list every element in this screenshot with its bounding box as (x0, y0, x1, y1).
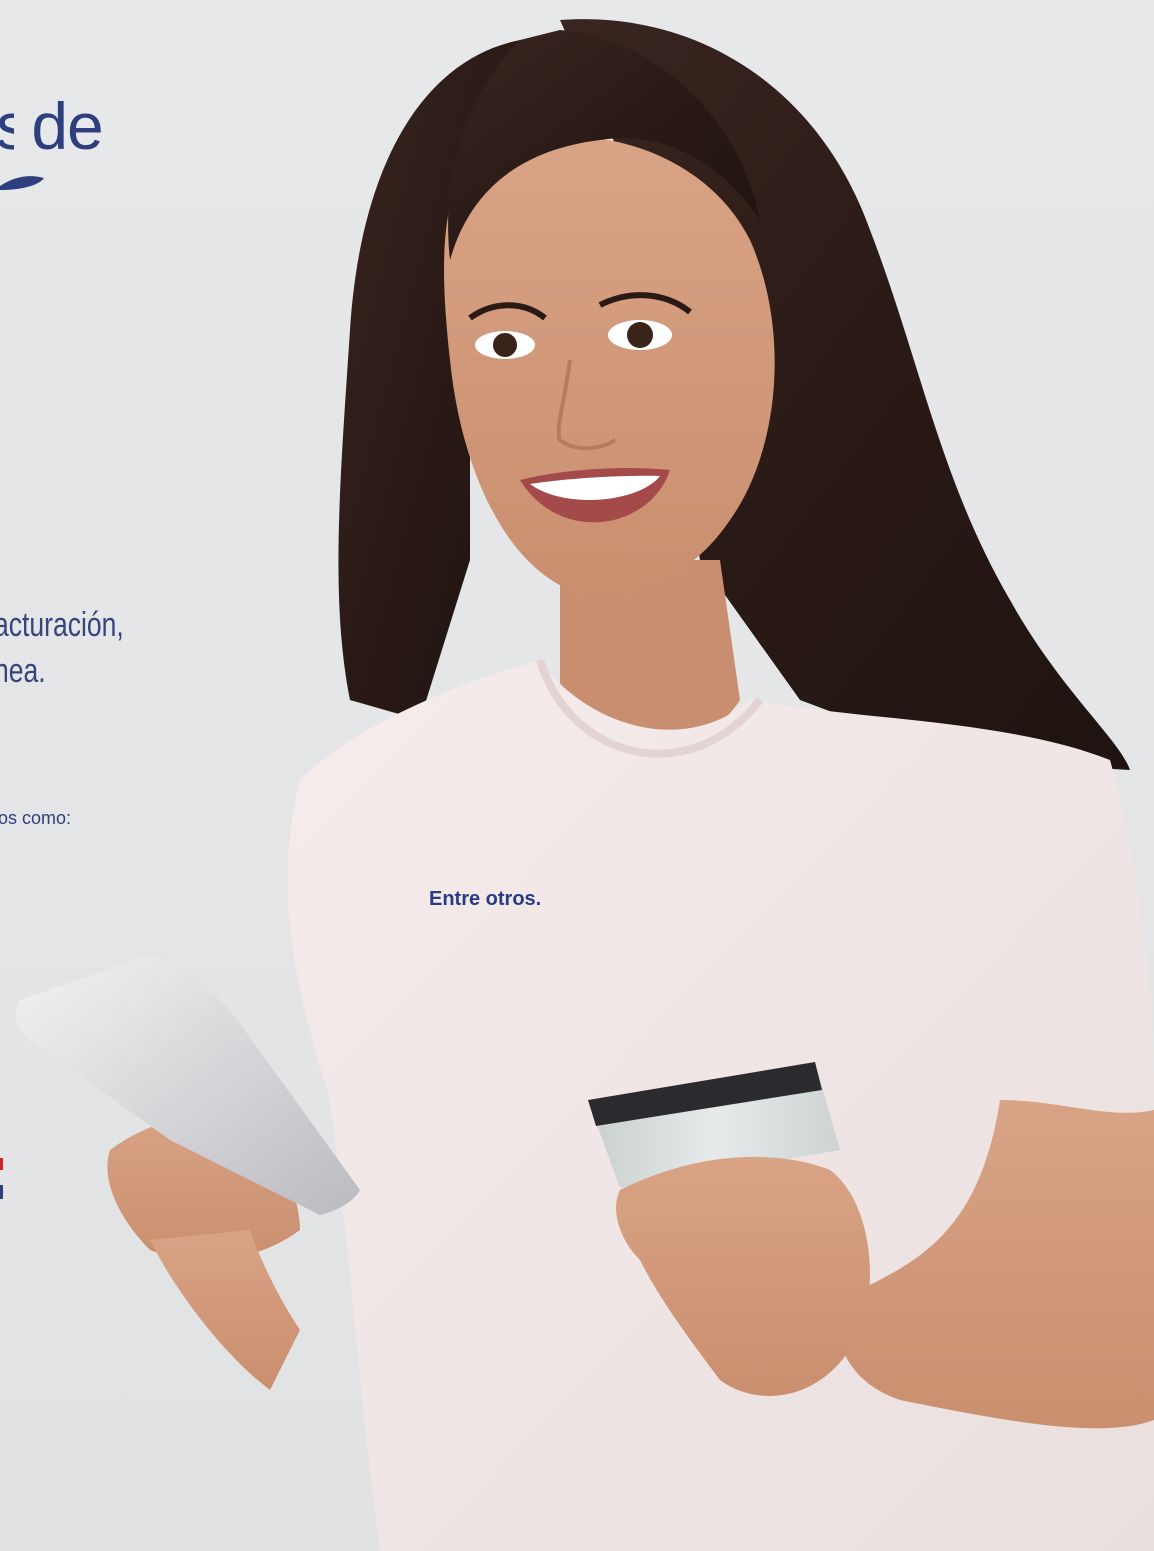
body-line-1: acturación, (0, 606, 124, 644)
navy-accent-mark (0, 1185, 3, 1199)
body-line-2: nea. (0, 652, 46, 690)
headline-partial-glyph: s (0, 88, 14, 164)
list-footer: Entre otros. (429, 888, 542, 910)
red-accent-mark (0, 1158, 3, 1170)
headline-word: de (31, 89, 103, 163)
headline: s de (0, 88, 104, 164)
swoosh-underline (0, 176, 44, 190)
intro-text: os como: (0, 808, 72, 828)
woman-photo (15, 19, 1154, 1551)
